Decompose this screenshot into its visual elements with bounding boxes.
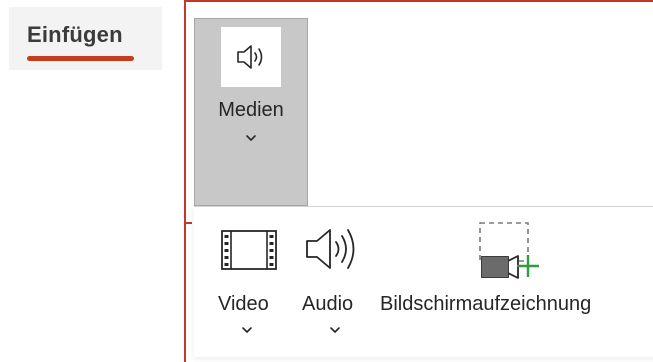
menu-item-video[interactable]: Video bbox=[212, 207, 292, 347]
tab-active-indicator bbox=[27, 56, 134, 61]
medien-button[interactable]: Medien bbox=[194, 18, 308, 206]
medien-dropdown-menu: Video Audio Bildschirmaufzeichnung bbox=[194, 206, 653, 357]
tab-einfuegen[interactable]: Einfügen bbox=[9, 7, 162, 70]
medien-icon-container bbox=[221, 27, 281, 87]
menu-item-audio[interactable]: Audio bbox=[298, 207, 378, 347]
menu-item-video-label: Video bbox=[218, 293, 269, 315]
speaker-icon bbox=[237, 45, 263, 69]
chevron-down-icon bbox=[330, 327, 340, 333]
frame-divider bbox=[184, 222, 192, 236]
chevron-down-icon bbox=[242, 327, 252, 333]
menu-item-bildschirmaufzeichnung-label: Bildschirmaufzeichnung bbox=[380, 293, 592, 315]
menu-item-audio-label: Audio bbox=[302, 293, 354, 315]
film-strip-icon bbox=[221, 230, 277, 270]
medien-label: Medien bbox=[218, 99, 284, 121]
screen-recording-icon bbox=[479, 222, 539, 279]
chevron-down-icon bbox=[246, 135, 256, 141]
speaker-icon bbox=[306, 229, 355, 269]
menu-item-bildschirmaufzeichnung[interactable]: Bildschirmaufzeichnung bbox=[380, 207, 642, 347]
tab-label: Einfügen bbox=[27, 22, 123, 47]
